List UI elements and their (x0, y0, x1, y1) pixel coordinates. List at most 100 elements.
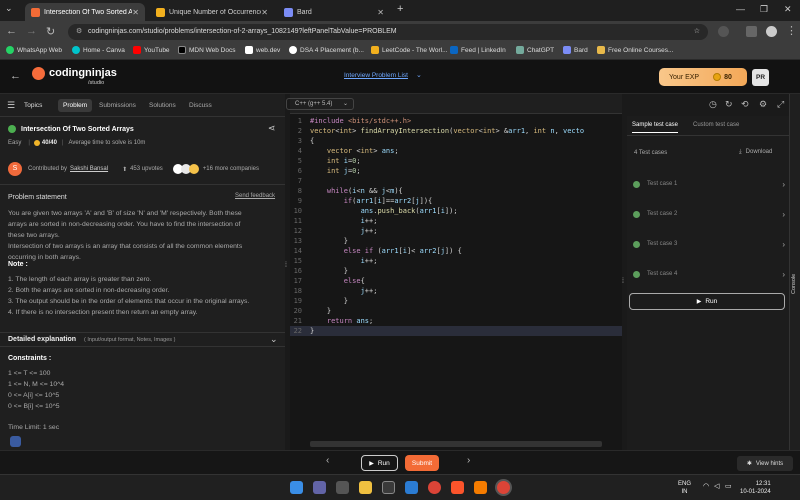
resize-handle[interactable]: ⁞ (285, 262, 287, 269)
battery-icon[interactable]: ▭ (725, 482, 732, 490)
submit-button[interactable]: Submit (405, 455, 439, 471)
wifi-icon[interactable]: ◠ (703, 482, 709, 490)
next-problem-icon[interactable]: › (467, 455, 470, 466)
bookmark-linkedin[interactable]: Feed | LinkedIn (450, 46, 506, 54)
settings-icon[interactable]: ⚙ (759, 99, 767, 110)
sidebar-icon[interactable] (746, 26, 757, 37)
problem-title-text: Intersection Of Two Sorted Arrays (21, 125, 134, 133)
url-field[interactable]: ⚙ codingninjas.com/studio/problems/inter… (68, 24, 708, 40)
minimize-icon[interactable]: — (736, 4, 745, 14)
maximize-icon[interactable]: ❐ (760, 4, 768, 15)
upvote-icon[interactable]: ⬆ (122, 166, 127, 173)
teams-icon[interactable] (313, 481, 326, 494)
tab-submissions[interactable]: Submissions (99, 102, 136, 109)
vscode-icon[interactable] (405, 481, 418, 494)
exp-value: 80 (724, 73, 732, 81)
more-companies[interactable]: +16 more companies (203, 166, 259, 172)
store-icon[interactable] (382, 481, 395, 494)
tab-custom-test-case[interactable]: Custom test case (693, 122, 739, 128)
send-feedback-link[interactable]: Send feedback (235, 193, 275, 199)
code-area[interactable]: 1 #include <bits/stdc++.h> 2 vector<int> f… (290, 114, 622, 450)
bookmark-courses[interactable]: Free Online Courses... (597, 46, 673, 54)
menu-lines-icon[interactable]: ☰ (7, 100, 15, 111)
bookmark-mdn[interactable]: MDN Web Docs (178, 46, 235, 54)
tab-problem[interactable]: Problem (58, 99, 93, 112)
tab-topics[interactable]: Topics (24, 102, 42, 109)
language-indicator[interactable]: ENG IN (678, 480, 691, 496)
view-hints-button[interactable]: ✱ View hints (737, 456, 793, 471)
contributor-link[interactable]: Sakshi Bansal (70, 166, 108, 172)
logo[interactable]: codingninjas (32, 67, 117, 80)
bookmark-leetcode[interactable]: LeetCode - The Worl... (371, 46, 448, 54)
site-info-icon[interactable]: ⚙ (76, 24, 82, 40)
fullscreen-icon[interactable]: ⤢ (777, 99, 784, 110)
reload-icon[interactable]: ↻ (46, 25, 55, 38)
bookmark-bard[interactable]: Bard (563, 46, 588, 54)
refresh-icon[interactable]: ↻ (725, 99, 733, 110)
extensions-icon[interactable] (718, 26, 729, 37)
bookmark-star-icon[interactable]: ☆ (694, 24, 700, 40)
timer-icon[interactable]: ◷ (709, 99, 717, 110)
volume-icon[interactable]: ◁ (714, 482, 719, 490)
bookmark-label: Bard (574, 46, 588, 54)
statement-text: You are given two arrays 'A' and 'B' of … (8, 208, 278, 263)
window-close-icon[interactable]: ✕ (784, 4, 792, 15)
browser-tab[interactable]: Unique Number of Occurrences ✕ (150, 3, 274, 21)
prev-problem-icon[interactable]: ‹ (326, 455, 329, 466)
file-explorer-icon[interactable] (359, 481, 372, 494)
bookmark-canva[interactable]: Home - Canva (72, 46, 125, 54)
detailed-explanation-toggle[interactable]: Detailed explanation ( Input/output form… (0, 332, 285, 347)
resize-handle[interactable]: ⁞ (622, 278, 624, 285)
browser-tab[interactable]: Bard ✕ (278, 3, 390, 21)
share-icon[interactable]: ⋖ (268, 123, 276, 134)
forward-icon[interactable]: → (26, 25, 37, 37)
tab-discuss[interactable]: Discuss (189, 102, 212, 109)
clock[interactable]: 12:31 10-01-2024 (740, 480, 771, 496)
tab-title: Bard (297, 8, 312, 16)
close-icon[interactable]: ✕ (132, 8, 139, 17)
bookmark-whatsapp[interactable]: WhatsApp Web (6, 46, 62, 54)
test-case-item[interactable]: Test case 1 › (633, 174, 785, 194)
restore-icon[interactable]: ⟲ (741, 99, 749, 110)
chrome-active-icon[interactable] (497, 481, 510, 494)
tab-solutions[interactable]: Solutions (149, 102, 176, 109)
task-view-icon[interactable] (336, 481, 349, 494)
code-line: 13 } (293, 237, 348, 245)
profile-icon[interactable] (766, 26, 777, 37)
bookmark-youtube[interactable]: YouTube (133, 46, 170, 54)
folder-icon (597, 46, 605, 54)
constraint-item: 1 <= N, M <= 10^4 (8, 381, 65, 388)
tab-sample-test-case[interactable]: Sample test case (632, 122, 679, 133)
brave-icon[interactable] (451, 481, 464, 494)
interview-problem-list-link[interactable]: Interview Problem List (344, 72, 408, 79)
horizontal-scrollbar[interactable] (310, 441, 602, 447)
language-select[interactable]: C++ (g++ 5.4) ⌄ (286, 98, 354, 110)
constraint-item: 0 <= B[i] <= 10^5 (8, 403, 60, 410)
vlc-icon[interactable] (474, 481, 487, 494)
avatar[interactable]: PR (752, 69, 769, 86)
bookmarks-bar: WhatsApp Web Home - Canva YouTube MDN We… (0, 43, 800, 60)
download-button[interactable]: ⤓ Download (739, 149, 772, 156)
console-toggle[interactable]: Console (789, 94, 800, 450)
back-icon[interactable]: ← (6, 25, 17, 37)
close-icon[interactable]: ✕ (377, 8, 384, 17)
back-arrow-icon[interactable]: ← (10, 70, 21, 82)
chrome-icon[interactable] (428, 481, 441, 494)
run-button[interactable]: ▶ Run (361, 455, 398, 471)
bookmark-dsa[interactable]: DSA 4 Placement (b... (289, 46, 364, 54)
close-icon[interactable]: ✕ (261, 8, 268, 17)
assistant-icon[interactable] (10, 436, 21, 447)
bookmark-webdev[interactable]: web.dev (245, 46, 280, 54)
tab-search-icon[interactable]: ⌄ (5, 3, 13, 14)
test-case-item[interactable]: Test case 3 › (633, 234, 785, 254)
browser-tab-active[interactable]: Intersection Of Two Sorted Arra ✕ (25, 3, 145, 21)
chevron-down-icon[interactable]: ⌄ (416, 71, 422, 79)
run-tests-button[interactable]: ▶ Run (629, 293, 785, 310)
test-case-item[interactable]: Test case 2 › (633, 204, 785, 224)
check-icon (633, 210, 640, 218)
bookmark-chatgpt[interactable]: ChatGPT (516, 46, 554, 54)
test-case-item[interactable]: Test case 4 › (633, 264, 785, 284)
menu-icon[interactable]: ⋮ (786, 24, 797, 37)
windows-start-icon[interactable] (290, 481, 303, 494)
new-tab-button[interactable]: + (397, 3, 403, 15)
